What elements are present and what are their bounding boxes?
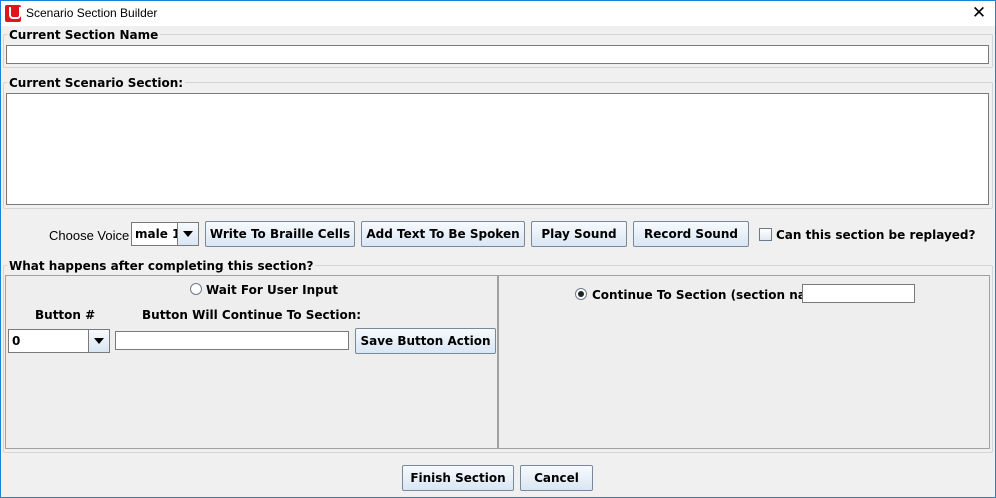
- voice-select[interactable]: male 1: [131, 222, 199, 246]
- record-sound-button[interactable]: Record Sound: [633, 221, 749, 247]
- scenario-section-textarea[interactable]: [6, 93, 989, 205]
- replay-checkbox[interactable]: [759, 228, 772, 241]
- button-number-select[interactable]: 0: [8, 329, 110, 353]
- section-name-input[interactable]: [6, 45, 989, 64]
- window-title: Scenario Section Builder: [26, 6, 158, 20]
- button-number-label: Button #: [35, 308, 96, 322]
- choose-voice-label: Choose Voice: [49, 228, 130, 243]
- close-icon[interactable]: ✕: [971, 4, 987, 22]
- button-number-value: 0: [12, 334, 21, 348]
- button-action-panel: [5, 275, 498, 449]
- continue-section-radio[interactable]: [575, 288, 587, 300]
- write-braille-button[interactable]: Write To Braille Cells: [205, 221, 355, 247]
- section-name-legend: Current Section Name: [7, 28, 161, 42]
- wait-input-label: Wait For User Input: [206, 283, 338, 297]
- continue-section-label: Continue To Section (section name): [592, 288, 833, 302]
- add-text-button[interactable]: Add Text To Be Spoken: [361, 221, 525, 247]
- button-continue-label: Button Will Continue To Section:: [142, 308, 362, 322]
- title-bar: Scenario Section Builder ✕: [0, 0, 996, 26]
- after-section-legend: What happens after completing this secti…: [7, 259, 316, 273]
- play-sound-button[interactable]: Play Sound: [531, 221, 627, 247]
- wait-input-radio[interactable]: [190, 283, 202, 295]
- finish-section-button[interactable]: Finish Section: [402, 465, 514, 491]
- app-logo-icon: [5, 5, 21, 22]
- button-continue-input[interactable]: [115, 331, 349, 350]
- voice-select-value: male 1: [135, 227, 181, 241]
- chevron-down-icon[interactable]: [177, 223, 198, 245]
- replay-checkbox-label: Can this section be replayed?: [776, 228, 976, 242]
- scenario-section-legend: Current Scenario Section:: [7, 76, 186, 90]
- cancel-button[interactable]: Cancel: [520, 465, 593, 491]
- continue-section-input[interactable]: [802, 284, 915, 303]
- chevron-down-icon[interactable]: [88, 330, 109, 352]
- save-button-action-button[interactable]: Save Button Action: [355, 328, 496, 354]
